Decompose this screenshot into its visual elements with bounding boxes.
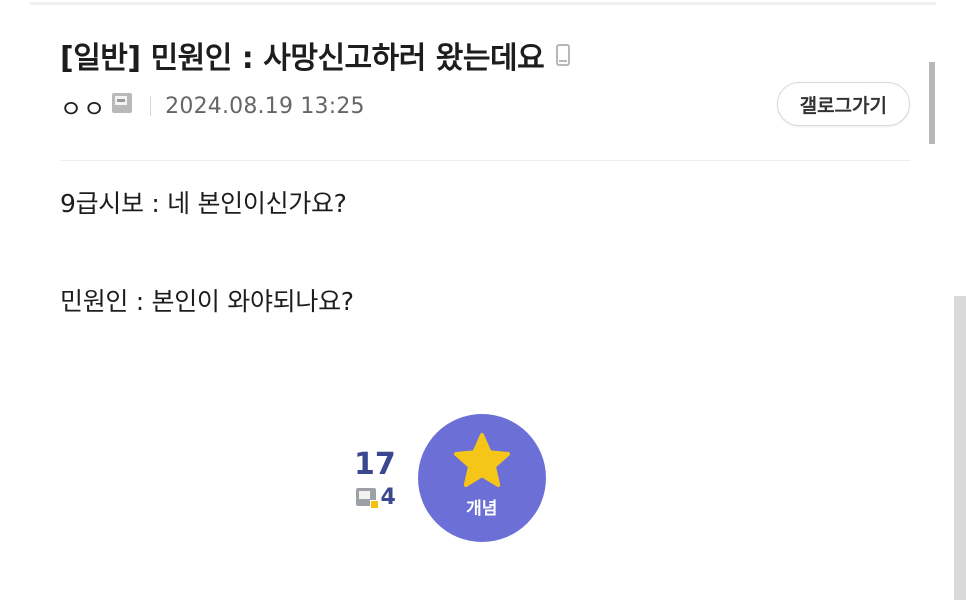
recommend-button[interactable]: 개념 <box>417 414 546 542</box>
post-meta: ㅇㅇ 2024.08.19 13:25 갤로그가기 <box>60 82 910 130</box>
gallog-button[interactable]: 갤로그가기 <box>776 82 910 126</box>
top-divider <box>30 2 936 5</box>
post-title: [일반] 민원인 : 사망신고하러 왔는데요 <box>60 41 545 76</box>
fixed-recommend-count: 4 <box>380 484 396 510</box>
recommend-area: 17 4 개념 <box>354 413 546 543</box>
author-nickname[interactable]: ㅇㅇ <box>60 89 106 124</box>
fixed-recommend-row: 4 <box>356 484 396 510</box>
recommend-counts: 17 4 <box>354 447 396 510</box>
post-date: 2024.08.19 13:25 <box>165 93 365 119</box>
scroll-indicator[interactable] <box>929 62 935 144</box>
header-divider <box>60 160 910 161</box>
recommend-label: 개념 <box>466 498 498 519</box>
page-scrollbar[interactable] <box>954 296 966 600</box>
body-line: 9급시보 : 네 본인이신가요? <box>60 189 347 218</box>
post-header: [일반] 민원인 : 사망신고하러 왔는데요 ㅇㅇ 2024.08.19 13:… <box>60 30 910 130</box>
title-row: [일반] 민원인 : 사망신고하러 왔는데요 <box>60 30 910 80</box>
meta-divider <box>150 96 152 116</box>
mobile-icon <box>556 44 571 66</box>
fixed-user-icon <box>356 488 380 509</box>
post-body: 9급시보 : 네 본인이신가요? 민원인 : 본인이 와야되나요? <box>60 184 910 322</box>
star-icon <box>453 432 510 487</box>
body-line: 민원인 : 본인이 와야되나요? <box>60 287 354 316</box>
user-icon[interactable] <box>112 93 133 113</box>
recommend-count: 17 <box>354 446 396 482</box>
